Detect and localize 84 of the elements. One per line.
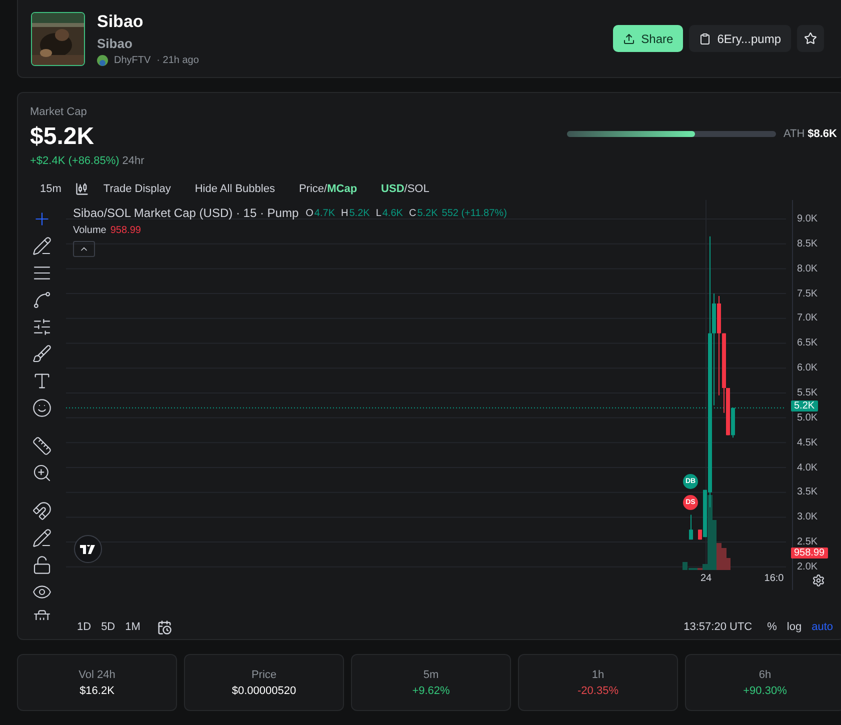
ohlc-key: H	[341, 208, 348, 218]
stat-label: 1h	[592, 668, 604, 680]
zoom-in-icon[interactable]	[32, 463, 52, 483]
copy-address-button[interactable]: 6Ery...pump	[689, 25, 791, 52]
current-price-badge: 5.2K	[791, 400, 818, 412]
price-tick: 9.0K	[797, 214, 818, 224]
range-button[interactable]: 1D	[72, 621, 96, 633]
stat-label: 5m	[423, 668, 439, 680]
stat-label: Price	[251, 668, 277, 680]
price-tick: 5.5K	[797, 387, 818, 398]
price-tick: 8.0K	[797, 263, 818, 274]
ath-label: ATH	[783, 128, 805, 140]
price-tick: 3.0K	[797, 512, 818, 523]
creator-name[interactable]: DhyFTV	[114, 54, 151, 66]
magnet-icon[interactable]	[32, 501, 52, 521]
price-tick: 3.5K	[797, 486, 818, 498]
range-button[interactable]: 1M	[120, 621, 146, 633]
market-cap-value: $5.2K	[30, 123, 96, 151]
creator-avatar-icon	[97, 54, 108, 66]
ohlc-key: L	[376, 208, 382, 218]
ohlc-key: O	[306, 208, 314, 218]
range-button[interactable]: 5D	[96, 621, 120, 633]
interval-button[interactable]: 15m	[30, 183, 72, 195]
time-tick: 16:0	[764, 573, 784, 584]
settings-icon[interactable]	[812, 574, 825, 586]
date-range-icon[interactable]	[157, 620, 172, 634]
ohlc-value: 4.6K	[382, 208, 403, 218]
price-tick: 4.0K	[797, 462, 818, 473]
unlock-icon[interactable]	[32, 555, 52, 575]
price-tick: 8.5K	[797, 238, 818, 250]
token-name: Sibao	[97, 12, 144, 32]
stat-label: 6h	[758, 668, 772, 680]
stat-value: -20.35%	[578, 684, 618, 696]
smiley-icon[interactable]	[32, 398, 52, 418]
ohlc-value: 4.7K	[314, 208, 335, 218]
clipboard-icon	[699, 32, 712, 44]
text-icon[interactable]	[32, 371, 52, 391]
stat-value: $16.2K	[80, 684, 114, 696]
chart-clock: 13:57:20 UTC	[684, 621, 752, 633]
trade-display-button[interactable]: Trade Display	[93, 183, 181, 195]
ohlc-value: 5.2K	[417, 208, 438, 218]
stat-value: $0.00000520	[232, 684, 296, 696]
price-tick: 2.5K	[797, 536, 818, 548]
price-tick: 7.5K	[797, 288, 818, 300]
volume-badge: 958.99	[791, 548, 828, 558]
chart-title: Sibao/SOL Market Cap (USD) · 15 · Pump	[73, 206, 299, 220]
price-tick: 5.0K	[797, 412, 818, 424]
candle	[689, 514, 693, 540]
pencil-icon[interactable]	[32, 528, 52, 548]
ruler-icon[interactable]	[32, 436, 52, 456]
market-cap-change: +$2.4K (+86.85%)	[30, 154, 120, 169]
change-period: 24hr	[122, 154, 144, 169]
token-ticker: Sibao	[97, 36, 134, 50]
scale-option[interactable]: %	[762, 621, 782, 633]
stat-value: +90.30%	[743, 684, 787, 696]
price-tick: 6.5K	[797, 338, 818, 349]
ohlc-key: C	[408, 208, 416, 218]
price-tick: 4.5K	[797, 437, 818, 448]
time-tick: 24	[700, 573, 712, 584]
market-cap-label: Market Cap	[30, 105, 88, 119]
candles-icon[interactable]	[75, 182, 90, 196]
scale-option[interactable]: auto	[806, 621, 838, 633]
chart-logo-icon	[74, 535, 102, 563]
ohlc-change: 552 (+11.87%)	[442, 208, 507, 218]
price-tick: 6.0K	[797, 362, 818, 374]
brush-icon[interactable]	[32, 344, 52, 364]
stat-value: +9.62%	[412, 684, 450, 696]
ath-value: $8.6K	[808, 128, 837, 140]
volume-value: 958.99	[110, 225, 141, 236]
share-button[interactable]: Share	[613, 25, 684, 52]
favorite-button[interactable]	[797, 25, 824, 52]
hide-bubbles-button[interactable]: Hide All Bubbles	[184, 183, 285, 195]
currency-toggle[interactable]: USD/SOL	[371, 183, 440, 195]
ohlc-value: 5.2K	[349, 208, 370, 218]
volume-label: Volume	[73, 225, 106, 236]
price-mcap-toggle[interactable]: Price/MCap	[288, 183, 368, 195]
stat-label: Vol 24h	[78, 668, 116, 680]
star-icon	[804, 32, 817, 45]
price-tick: 2.0K	[797, 561, 818, 572]
scale-option[interactable]: log	[782, 621, 807, 633]
price-tick: 7.0K	[797, 312, 818, 324]
upload-icon	[623, 32, 636, 44]
path-icon[interactable]	[32, 290, 52, 310]
created-time: · 21h ago	[156, 54, 199, 66]
